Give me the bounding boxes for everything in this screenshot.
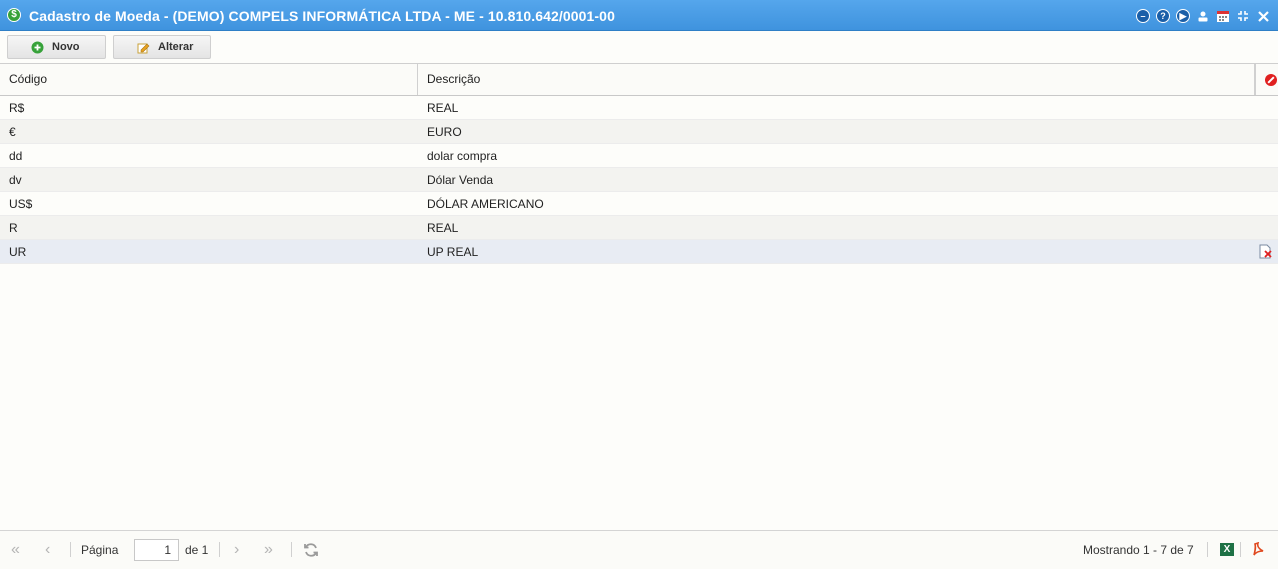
toolbar: Novo Alterar: [0, 31, 1278, 64]
grid-header: Código Descrição: [0, 64, 1278, 96]
page-total-label: de 1: [185, 543, 209, 557]
table-row[interactable]: R REAL: [0, 216, 1278, 240]
cell-codigo: dv: [9, 173, 22, 187]
novo-button[interactable]: Novo: [7, 35, 106, 59]
table-row[interactable]: US$ DÓLAR AMERICANO: [0, 192, 1278, 216]
cell-descricao: UP REAL: [427, 245, 479, 259]
refresh-icon[interactable]: [303, 542, 319, 558]
excel-export-icon[interactable]: X: [1220, 543, 1234, 556]
minimize-icon[interactable]: –: [1136, 9, 1150, 23]
alterar-button[interactable]: Alterar: [113, 35, 211, 59]
cell-descricao: REAL: [427, 221, 459, 235]
delete-row-icon[interactable]: [1259, 244, 1273, 259]
cell-descricao: EURO: [427, 125, 462, 139]
add-icon: [31, 41, 44, 54]
cell-codigo: UR: [9, 245, 27, 259]
compress-icon[interactable]: [1236, 9, 1250, 23]
window-titlebar: $ Cadastro de Moeda - (DEMO) COMPELS INF…: [0, 0, 1278, 31]
table-row[interactable]: dd dolar compra: [0, 144, 1278, 168]
calendar-icon[interactable]: [1216, 9, 1230, 23]
edit-icon: [137, 41, 150, 54]
cell-descricao: REAL: [427, 101, 459, 115]
pdf-export-icon[interactable]: [1251, 541, 1265, 556]
last-page-icon[interactable]: »: [264, 531, 273, 569]
table-row[interactable]: dv Dólar Venda: [0, 168, 1278, 192]
cell-descricao: DÓLAR AMERICANO: [427, 197, 544, 211]
cell-codigo: €: [9, 125, 16, 139]
alterar-label: Alterar: [158, 41, 194, 53]
cell-descricao: Dólar Venda: [427, 173, 494, 187]
column-header-codigo[interactable]: Código: [0, 64, 418, 95]
separator: [291, 542, 292, 557]
titlebar-icons: – ? ▶: [1136, 8, 1270, 24]
close-icon[interactable]: [1256, 9, 1270, 23]
showing-count: Mostrando 1 - 7 de 7: [1083, 543, 1194, 557]
grid-body: R$ REAL € EURO dd dolar compra dv Dólar …: [0, 96, 1278, 264]
separator: [70, 542, 71, 557]
cell-codigo: US$: [9, 197, 33, 211]
separator: [1240, 542, 1241, 557]
page-number-input[interactable]: [134, 539, 179, 561]
next-page-icon[interactable]: ›: [234, 531, 239, 569]
cell-codigo: R$: [9, 101, 25, 115]
delete-column-icon: [1265, 74, 1277, 86]
pagination-bar: « ‹ Página de 1 › » Mostrando 1 - 7 de 7…: [0, 530, 1278, 569]
table-row-selected[interactable]: UR UP REAL: [0, 240, 1278, 264]
cell-descricao: dolar compra: [427, 149, 498, 163]
column-header-descricao[interactable]: Descrição: [418, 64, 1255, 95]
window-title: Cadastro de Moeda - (DEMO) COMPELS INFOR…: [29, 8, 615, 24]
help-icon[interactable]: ?: [1156, 9, 1170, 23]
currency-app-icon: $: [7, 8, 21, 22]
user-icon[interactable]: [1196, 9, 1210, 23]
table-row[interactable]: R$ REAL: [0, 96, 1278, 120]
first-page-icon[interactable]: «: [11, 531, 20, 569]
table-row[interactable]: € EURO: [0, 120, 1278, 144]
separator: [1207, 542, 1208, 557]
prev-page-icon[interactable]: ‹: [45, 531, 50, 569]
cell-codigo: R: [9, 221, 18, 235]
separator: [219, 542, 220, 557]
novo-label: Novo: [52, 41, 80, 53]
cell-codigo: dd: [9, 149, 23, 163]
play-icon[interactable]: ▶: [1176, 9, 1190, 23]
page-label: Página: [81, 543, 119, 557]
